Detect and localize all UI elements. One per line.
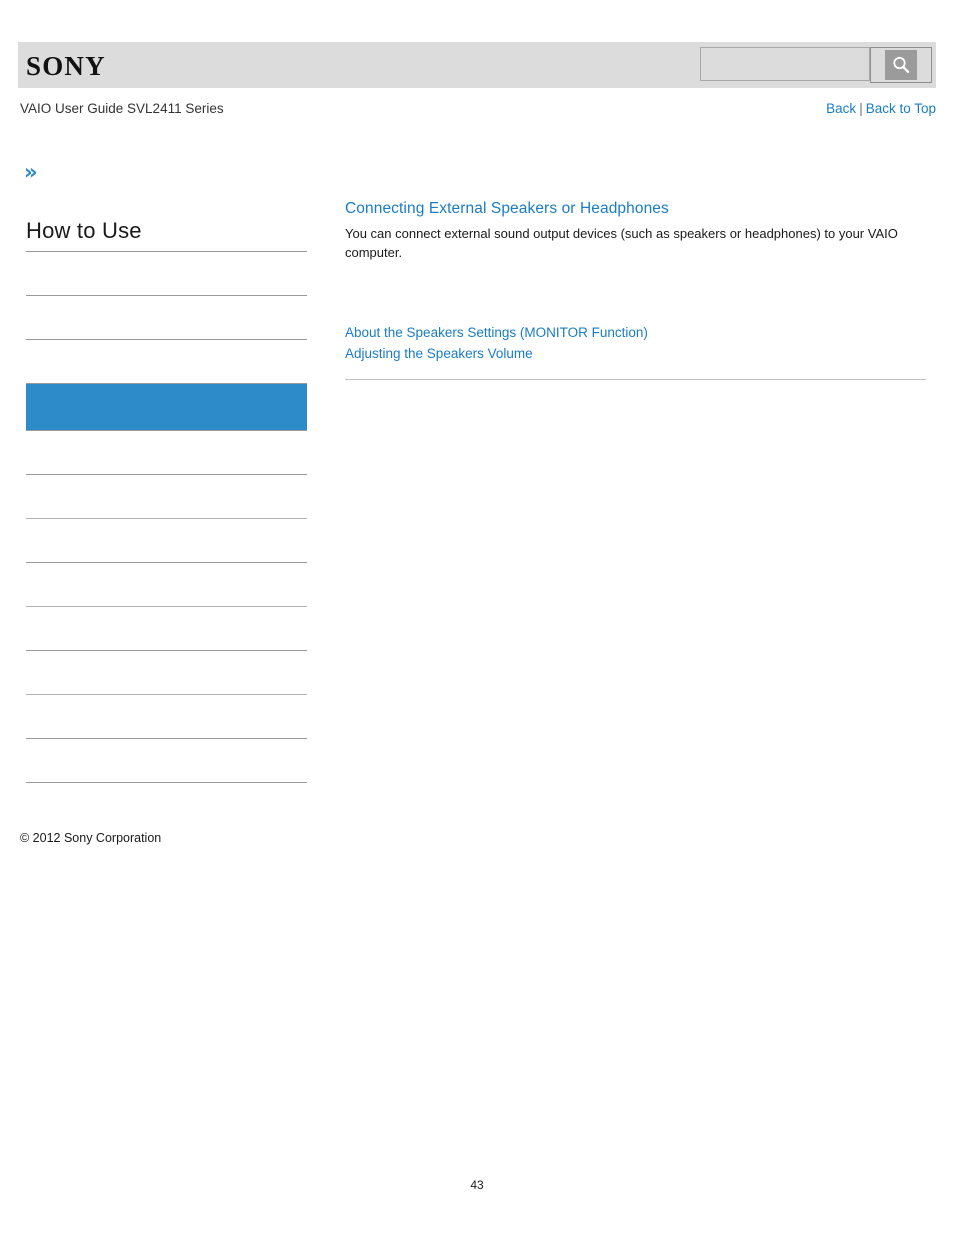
sidebar-item-6[interactable]	[26, 518, 307, 562]
sidebar-item-3-selected[interactable]	[26, 383, 307, 430]
search-icon	[885, 50, 917, 80]
sidebar-item-11[interactable]	[26, 738, 307, 782]
sidebar-list-end-rule	[26, 782, 307, 783]
sidebar-item-9[interactable]	[26, 650, 307, 694]
sidebar: How to Use	[26, 218, 307, 783]
sony-logo: SONY	[26, 51, 106, 81]
guide-title: VAIO User Guide SVL2411 Series	[20, 101, 224, 116]
sidebar-title: How to Use	[26, 218, 142, 243]
page-title: Connecting External Speakers or Headphon…	[345, 200, 669, 217]
document-page: SONY VAIO User Guide SVL2411 Series Back…	[0, 0, 954, 1235]
sidebar-item-1[interactable]	[26, 295, 307, 339]
sidebar-item-8[interactable]	[26, 606, 307, 650]
nav-separator: |	[859, 101, 863, 116]
search-input[interactable]	[700, 47, 870, 81]
page-number: 43	[470, 1178, 484, 1192]
chevron-double-right-icon[interactable]: »	[24, 161, 46, 183]
intro-paragraph: You can connect external sound output de…	[345, 226, 898, 260]
related-link-adjusting-volume[interactable]: Adjusting the Speakers Volume	[345, 343, 926, 364]
header-nav-links: Back | Back to Top	[826, 101, 936, 116]
content-divider	[345, 379, 926, 380]
related-links-list: About the Speakers Settings (MONITOR Fun…	[345, 322, 926, 364]
search-button[interactable]	[870, 47, 932, 83]
sidebar-nav-list	[26, 251, 307, 783]
sidebar-item-4[interactable]	[26, 430, 307, 474]
main-content: Connecting External Speakers or Headphon…	[345, 199, 926, 262]
related-link-speakers-settings[interactable]: About the Speakers Settings (MONITOR Fun…	[345, 322, 926, 343]
copyright-notice: © 2012 Sony Corporation	[20, 831, 162, 845]
back-link[interactable]: Back	[826, 101, 856, 116]
sidebar-item-7[interactable]	[26, 562, 307, 606]
sidebar-item-0[interactable]	[26, 251, 307, 295]
sidebar-item-10[interactable]	[26, 694, 307, 738]
sidebar-item-2[interactable]	[26, 339, 307, 383]
sidebar-item-5[interactable]	[26, 474, 307, 518]
back-to-top-link[interactable]: Back to Top	[866, 101, 936, 116]
